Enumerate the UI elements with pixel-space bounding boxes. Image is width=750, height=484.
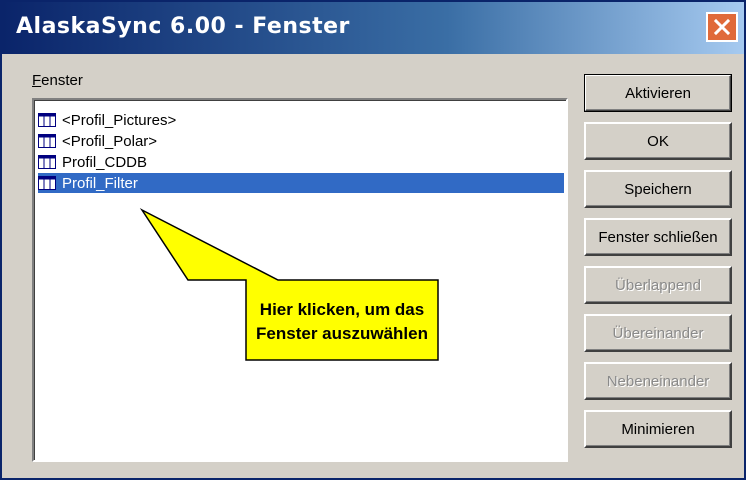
callout-text: Hier klicken, um das Fenster auszuwählen <box>250 292 434 352</box>
dialog-window: AlaskaSync 6.00 - Fenster Fenster <Profi… <box>0 0 746 480</box>
callout-line-1: Hier klicken, um das <box>259 300 425 319</box>
callout-bubble <box>139 208 439 361</box>
callout-line-2: Fenster auszuwählen <box>256 324 428 343</box>
